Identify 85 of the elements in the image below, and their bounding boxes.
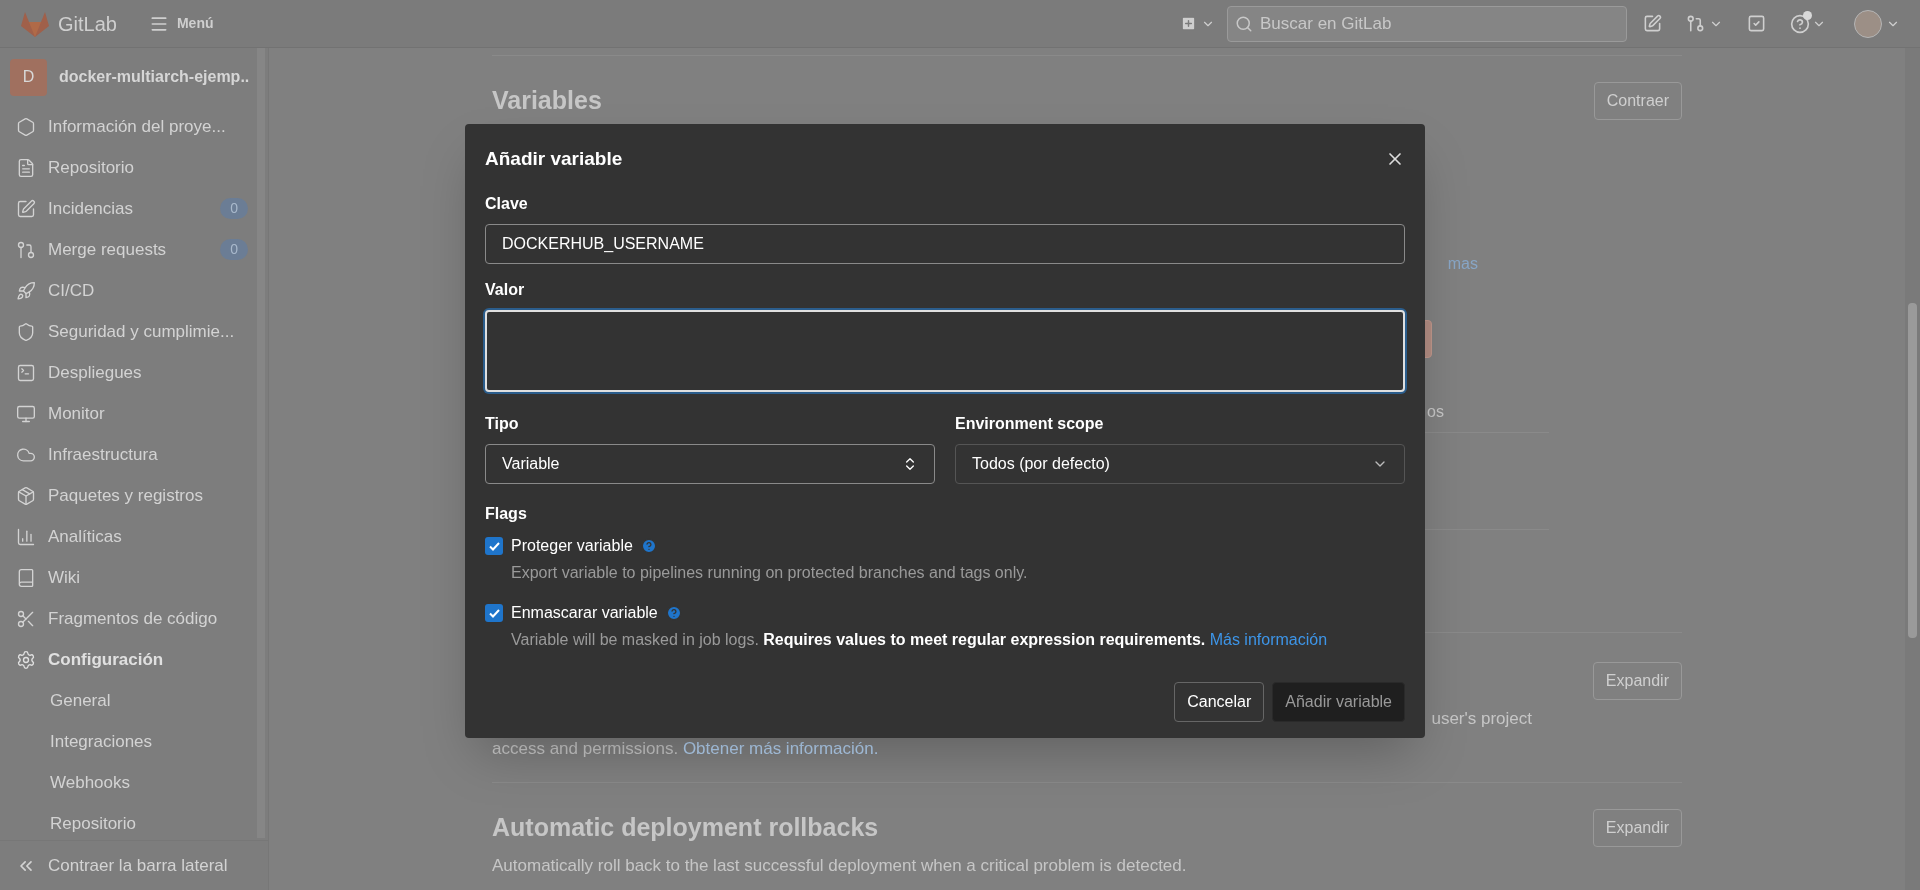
section-title: Automatic deployment rollbacks — [492, 812, 879, 844]
text-fragment: os — [1427, 402, 1444, 422]
flag-description: Variable will be masked in job logs. Requires values to meet regular expression requirements. — [511, 631, 1206, 648]
search-field[interactable]: Buscar en GitLab — [1227, 5, 1627, 42]
section-description: user's project — [1431, 708, 1532, 730]
value-input[interactable] — [485, 310, 1405, 392]
learn-more-link[interactable]: Obtener más información. — [682, 738, 879, 758]
sidebar-item[interactable]: Monitor — [0, 393, 260, 434]
monitor-icon — [16, 403, 36, 424]
key-input[interactable]: DOCKERHUB_USERNAME — [485, 224, 1405, 264]
help-icon — [640, 538, 657, 554]
page-scrollbar[interactable] — [1905, 48, 1920, 890]
section-title: Variables — [492, 85, 602, 117]
bar-chart-icon — [16, 526, 36, 547]
learn-more-link[interactable]: Más información — [1209, 631, 1328, 648]
shield-icon — [16, 321, 36, 342]
field-label: Tipo — [485, 414, 520, 434]
sidebar-subitem[interactable]: General — [0, 680, 260, 721]
pen-square-icon — [1643, 14, 1662, 33]
field-label: Environment scope — [955, 414, 1105, 434]
checkbox[interactable] — [485, 537, 503, 555]
learn-more-link[interactable]: mas — [1447, 252, 1478, 276]
avatar — [1854, 9, 1882, 38]
settings-icon — [16, 649, 36, 670]
sidebar-item[interactable]: Información del proye... — [0, 106, 260, 147]
sidebar-item[interactable]: Analíticas — [0, 516, 260, 557]
checkbox[interactable] — [485, 604, 503, 622]
flag-description: Export variable to pipelines running on protected branches and tags only. — [511, 564, 1028, 581]
field-label: Flags — [485, 504, 528, 524]
count-badge: 0 — [220, 198, 248, 219]
brand-name[interactable]: GitLab — [58, 8, 117, 39]
checkbox-label[interactable]: Proteger variable — [511, 534, 633, 558]
section-toggle-button[interactable]: Expandir — [1592, 809, 1682, 847]
section-toggle-button[interactable]: Expandir — [1592, 662, 1682, 700]
sidebar-item[interactable]: Configuración — [0, 639, 260, 680]
project-name[interactable]: docker-multiarch-ejemp.. — [59, 65, 250, 89]
sidebar-item[interactable]: Despliegues — [0, 352, 260, 393]
section-description: access and permissions. — [492, 738, 679, 758]
sidebar-subitem[interactable]: Webhooks — [0, 762, 260, 803]
sidebar-item[interactable]: Seguridad y cumplimie... — [0, 311, 260, 352]
sidebar-subitem[interactable]: Integraciones — [0, 721, 260, 762]
todo-button[interactable] — [1747, 14, 1766, 33]
package-icon — [16, 485, 36, 506]
help-icon — [665, 605, 682, 621]
sidebar-item[interactable]: Merge requests 0 — [0, 229, 260, 270]
scope-dropdown[interactable]: Todos (por defecto) — [955, 444, 1405, 484]
document-icon — [16, 157, 36, 178]
section-description: Automatically roll back to the last successful deployment when a critical problem is detected. — [492, 855, 1188, 877]
type-select[interactable]: Variable — [485, 444, 935, 484]
scissors-icon — [16, 608, 36, 629]
search-icon — [1235, 14, 1253, 33]
checkbox-label[interactable]: Enmascarar variable — [511, 601, 658, 625]
section-toggle-button[interactable]: Contraer — [1593, 82, 1682, 120]
avatar-dropdown[interactable] — [1854, 9, 1900, 38]
sidebar-item[interactable]: Paquetes y registros — [0, 475, 260, 516]
sidebar-item[interactable]: Incidencias 0 — [0, 188, 260, 229]
field-label: Valor — [485, 280, 526, 300]
cancel-button[interactable]: Cancelar — [1174, 682, 1265, 722]
sidebar-item[interactable]: Infraestructura — [0, 434, 260, 475]
book-icon — [16, 567, 36, 588]
field-label: Clave — [485, 194, 529, 214]
sidebar-item[interactable]: Repositorio — [0, 147, 260, 188]
terminal-icon — [16, 362, 36, 383]
merge-request-dropdown[interactable] — [1686, 14, 1723, 33]
project-avatar[interactable]: D — [10, 58, 47, 96]
hexagon-icon — [16, 116, 36, 137]
sidebar-item[interactable]: CI/CD — [0, 270, 260, 311]
help-dropdown[interactable] — [1790, 13, 1826, 34]
menu-button[interactable]: Menú — [148, 13, 214, 34]
new-dropdown-button[interactable] — [1180, 15, 1215, 32]
sidebar-item[interactable]: Fragmentos de código — [0, 598, 260, 639]
dialog-title: Añadir variable — [485, 146, 623, 171]
plus-icon — [1180, 15, 1197, 32]
checkmark-icon — [488, 608, 500, 618]
checkmark-icon — [488, 541, 500, 551]
sidebar-subitem[interactable]: Repositorio — [0, 803, 260, 840]
issues-button[interactable] — [1643, 14, 1662, 33]
merge-request-icon — [16, 239, 36, 260]
checkbox-icon — [1747, 14, 1766, 33]
merge-request-icon — [1686, 14, 1705, 33]
help-icon — [1790, 13, 1810, 34]
rocket-icon — [16, 280, 36, 301]
count-badge: 0 — [220, 239, 248, 260]
sidebar-item[interactable]: Wiki — [0, 557, 260, 598]
note-icon — [16, 198, 36, 219]
